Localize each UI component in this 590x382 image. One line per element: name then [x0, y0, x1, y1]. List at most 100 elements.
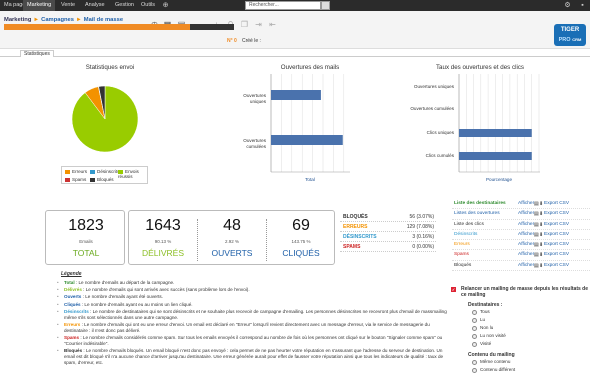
share-icon[interactable]: ⇤ [268, 20, 277, 30]
radio-button[interactable] [472, 325, 477, 331]
radio-option[interactable]: Tous [472, 308, 590, 316]
status-name: SPAMS [343, 244, 361, 250]
search-input[interactable]: Rechercher... [245, 1, 321, 10]
radio-button[interactable] [472, 341, 477, 347]
legende-text: : Le nombre d'emails considérés comme sp… [64, 335, 443, 347]
legende-item: • Ouverts : Le nombre d'emails ayant été … [56, 294, 448, 300]
legende-item: • Cliqués : Le nombre d'emails ayant eu a… [56, 302, 448, 308]
status-list: BLOQUÉS 56 (3.07%) ERREURS 129 (7.08%) DÉS… [340, 212, 436, 252]
export-csv-link[interactable]: Export CSV [544, 220, 569, 230]
nav-marketing[interactable]: Marketing [23, 0, 56, 11]
download-list: Liste des destinataires Afficher ▤ ⬇ Export … [452, 199, 590, 272]
export-csv-link[interactable]: Export CSV [544, 250, 569, 260]
export-csv-link[interactable]: Export CSV [544, 209, 569, 219]
show-link[interactable]: Afficher [518, 250, 534, 260]
record-number: N° 0 [227, 38, 237, 44]
tab-bar [0, 50, 590, 57]
nav-outils[interactable]: Outils [137, 0, 159, 11]
bullet-icon: • [57, 301, 59, 307]
show-link[interactable]: Afficher [518, 220, 534, 230]
bar-3 [459, 152, 532, 160]
legend-item-erreurs: Erreurs [65, 169, 87, 174]
export-csv-link[interactable]: Export CSV [544, 230, 569, 240]
legende-term: Bloqués [64, 348, 83, 354]
radio-option[interactable]: Lu [472, 316, 590, 324]
bullet-icon: • [57, 348, 59, 354]
breadcrumb: Marketing ► Campagnes ► Mail de masse [4, 17, 123, 23]
export-csv-link[interactable]: Export CSV [544, 261, 569, 271]
legend-swatch [118, 170, 123, 174]
bar-chart-2-title: Taux des ouvertures et des clics [435, 64, 525, 71]
legend-label: Spams [72, 177, 87, 182]
status-value: 3 (0.16%) [412, 234, 434, 240]
nav-analyse[interactable]: Analyse [81, 0, 109, 11]
bullet-icon: • [57, 335, 59, 341]
legende-text: : Le nombre de destinataires qui se sont… [64, 308, 447, 320]
relaunch-checkbox[interactable]: ✓ [451, 287, 456, 292]
legende-term: Spams [64, 335, 80, 341]
kpi-delivered-sub: 90.13 % [154, 239, 172, 244]
plus-icon[interactable]: ⊕ [161, 1, 170, 10]
gear-icon[interactable]: ⚙ [563, 1, 572, 10]
radio-label: Lu non visité [480, 333, 506, 338]
search-button[interactable] [321, 1, 330, 10]
bullet-icon: • [57, 294, 59, 300]
copy-icon[interactable]: ❐ [240, 20, 249, 30]
legende-text: : Le nombre d'emails bloqués. Un email b… [64, 348, 444, 366]
breadcrumb-separator: ► [76, 17, 82, 23]
bar-chart-2-category-3: Clics cumulés [425, 153, 454, 158]
legend-swatch [90, 170, 95, 174]
bar-chart-1-category-1: Ouvertures cumulées [243, 138, 266, 149]
user-icon[interactable]: ▪ [578, 1, 587, 10]
show-link[interactable]: Afficher [518, 261, 534, 271]
bar-chart-1-axis-label: Total [305, 177, 315, 182]
radio-option[interactable]: Contenu différent [472, 366, 590, 374]
download-row: Liste des destinataires Afficher ▤ ⬇ Export … [452, 199, 590, 210]
breadcrumb-campagnes[interactable]: Campagnes [41, 17, 74, 23]
nav-gestion[interactable]: Gestion [111, 0, 138, 11]
legend-swatch [90, 178, 95, 182]
show-link[interactable]: Afficher [518, 240, 534, 250]
radio-button[interactable] [472, 333, 477, 339]
bar-chart-2-axis-label: Pourcentage [485, 177, 513, 182]
status-row-spams: SPAMS 0 (0.00%) [340, 242, 436, 252]
show-link[interactable]: Afficher [518, 209, 534, 219]
bar-0 [271, 90, 321, 100]
radio-option[interactable]: Lu non visité [472, 332, 590, 340]
legende-text: : Le nombre d'emails au départ de la cam… [74, 280, 175, 285]
kpi-total-label: TOTAL [72, 248, 100, 258]
kpi-total: 1823 Emails TOTAL [46, 211, 126, 266]
export-icon[interactable]: ⇥ [254, 20, 263, 30]
export-csv-link[interactable]: Export CSV [544, 240, 569, 250]
status-value: 56 (3.07%) [409, 214, 434, 220]
show-link[interactable]: Afficher [518, 230, 534, 240]
export-csv-link[interactable]: Export CSV [544, 199, 569, 209]
radio-option[interactable]: Même contenu [472, 358, 590, 366]
record-created-date: Créé le : [242, 38, 261, 44]
radio-button[interactable] [472, 317, 477, 323]
status-row-bloques: BLOQUÉS 56 (3.07%) [340, 212, 436, 222]
legende-term: Total [64, 280, 75, 285]
legend-label: Désinscrits [97, 169, 120, 174]
radio-option[interactable]: Visité [472, 340, 590, 348]
radio-button[interactable] [472, 359, 477, 365]
download-name: Bloqués [454, 262, 472, 268]
status-row-erreurs: ERREURS 129 (7.08%) [340, 222, 436, 232]
legende-term: Désinscrits [64, 308, 89, 314]
download-name: Liste des clics [454, 221, 484, 227]
radio-option[interactable]: Non lu [472, 324, 590, 332]
radio-label: Même contenu [480, 359, 511, 364]
radio-label: Visité [480, 341, 492, 346]
bar-chart-2-category-1: Ouvertures cumulées [410, 106, 454, 111]
tab-statistiques[interactable]: Statistiques [20, 50, 54, 57]
download-row: Spams Afficher ▤ ⬇ Export CSV [452, 250, 590, 261]
show-link[interactable]: Afficher [518, 199, 534, 209]
download-name: Liste des destinataires [454, 201, 506, 206]
nav-vente[interactable]: Vente [57, 0, 79, 11]
radio-button[interactable] [472, 309, 477, 315]
breadcrumb-marketing[interactable]: Marketing [4, 17, 31, 23]
tiger-pro-logo: TIGER PRO CRM [554, 24, 586, 46]
radio-button[interactable] [472, 367, 477, 373]
legende-term: Erreurs [64, 321, 81, 327]
bullet-icon: • [57, 280, 59, 285]
